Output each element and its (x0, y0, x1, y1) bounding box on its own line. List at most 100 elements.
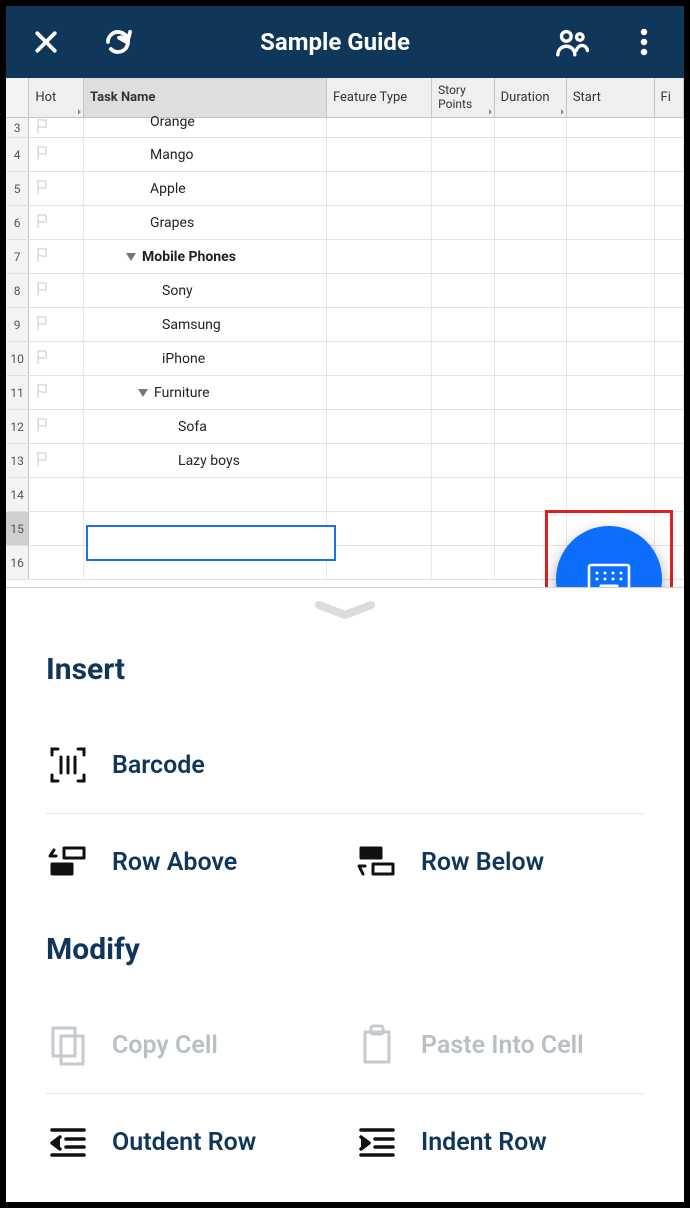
table-row[interactable]: 13Lazy boys (6, 444, 684, 478)
cell-hot[interactable] (29, 342, 84, 375)
cell-fin[interactable] (655, 172, 684, 205)
table-row[interactable]: 8 Sony (6, 274, 684, 308)
expander-icon[interactable] (126, 253, 136, 261)
table-row[interactable]: 9Samsung (6, 308, 684, 342)
cell-dur[interactable] (495, 118, 567, 137)
cell-sp[interactable] (432, 274, 494, 307)
table-row[interactable]: 10 iPhone (6, 342, 684, 376)
row-number[interactable]: 5 (6, 172, 29, 205)
cell-task-name[interactable]: Mango (84, 138, 327, 171)
cell-start[interactable] (567, 172, 655, 205)
table-row[interactable]: 12 Sofa (6, 410, 684, 444)
cell-sp[interactable] (432, 308, 494, 341)
cell-task-name[interactable]: Sofa (84, 410, 327, 443)
cell-hot[interactable] (29, 546, 84, 579)
cell-start[interactable] (567, 342, 655, 375)
cell-start[interactable] (567, 206, 655, 239)
cell-feat[interactable] (327, 546, 432, 579)
cell-task-name[interactable]: Furniture (84, 376, 327, 409)
cell-sp[interactable] (432, 376, 494, 409)
cell-feat[interactable] (327, 376, 432, 409)
cell-feat[interactable] (327, 138, 432, 171)
cell-hot[interactable] (29, 308, 84, 341)
cell-fin[interactable] (655, 118, 684, 137)
cell-feat[interactable] (327, 240, 432, 273)
cell-task-name[interactable] (84, 478, 327, 511)
row-number[interactable]: 11 (6, 376, 29, 409)
cell-feat[interactable] (327, 410, 432, 443)
flag-icon[interactable] (35, 280, 51, 302)
cell-sp[interactable] (432, 206, 494, 239)
menu-item-barcode[interactable]: Barcode (46, 723, 335, 807)
cell-task-name[interactable]: Sony (84, 274, 327, 307)
row-number[interactable]: 16 (6, 546, 29, 579)
row-number[interactable]: 10 (6, 342, 29, 375)
flag-icon[interactable] (35, 314, 51, 336)
cell-fin[interactable] (655, 376, 684, 409)
flag-icon[interactable] (35, 382, 51, 404)
table-row[interactable]: 14 (6, 478, 684, 512)
cell-dur[interactable] (495, 274, 567, 307)
cell-start[interactable] (567, 410, 655, 443)
table-row[interactable]: 4Mango (6, 138, 684, 172)
column-header-start[interactable]: Start (567, 78, 655, 117)
cell-sp[interactable] (432, 478, 494, 511)
cell-hot[interactable] (29, 138, 84, 171)
panel-collapse-handle[interactable] (6, 588, 684, 634)
column-header-story-points[interactable]: Story Points (432, 78, 494, 117)
flag-icon[interactable] (35, 144, 51, 166)
cell-fin[interactable] (655, 342, 684, 375)
cell-dur[interactable] (495, 138, 567, 171)
cell-sp[interactable] (432, 138, 494, 171)
cell-fin[interactable] (655, 308, 684, 341)
cell-hot[interactable] (29, 410, 84, 443)
cell-hot[interactable] (29, 478, 84, 511)
cell-feat[interactable] (327, 478, 432, 511)
menu-item-outdent-row[interactable]: Outdent Row (46, 1100, 335, 1184)
cell-task-name[interactable]: Orange (84, 118, 327, 137)
cell-sp[interactable] (432, 410, 494, 443)
cell-feat[interactable] (327, 512, 432, 545)
cell-dur[interactable] (495, 206, 567, 239)
column-header-hot[interactable]: Hot (29, 78, 84, 117)
menu-item-indent-row[interactable]: Indent Row (355, 1100, 644, 1184)
cell-hot[interactable] (29, 444, 84, 477)
cell-task-name[interactable]: Grapes (84, 206, 327, 239)
flag-icon[interactable] (35, 117, 51, 139)
cell-sp[interactable] (432, 444, 494, 477)
cell-fin[interactable] (655, 138, 684, 171)
cell-feat[interactable] (327, 118, 432, 137)
row-number[interactable]: 13 (6, 444, 29, 477)
flag-icon[interactable] (35, 246, 51, 268)
row-number[interactable]: 8 (6, 274, 29, 307)
cell-sp[interactable] (432, 118, 494, 137)
cell-start[interactable] (567, 138, 655, 171)
menu-item-row-above[interactable]: Row Above (46, 820, 335, 904)
cell-feat[interactable] (327, 342, 432, 375)
row-number[interactable]: 3 (6, 118, 29, 137)
cell-start[interactable] (567, 274, 655, 307)
flag-icon[interactable] (35, 178, 51, 200)
row-number[interactable]: 12 (6, 410, 29, 443)
cell-hot[interactable] (29, 512, 84, 545)
column-header-feature-type[interactable]: Feature Type (327, 78, 432, 117)
cell-start[interactable] (567, 240, 655, 273)
cell-hot[interactable] (29, 206, 84, 239)
flag-icon[interactable] (35, 348, 51, 370)
cell-dur[interactable] (495, 478, 567, 511)
cell-hot[interactable] (29, 376, 84, 409)
cell-dur[interactable] (495, 172, 567, 205)
cell-task-name[interactable] (84, 546, 327, 579)
cell-sp[interactable] (432, 512, 494, 545)
cell-task-name[interactable]: iPhone (84, 342, 327, 375)
cell-sp[interactable] (432, 342, 494, 375)
cell-feat[interactable] (327, 308, 432, 341)
column-header-task-name[interactable]: Task Name (84, 78, 327, 117)
cell-feat[interactable] (327, 274, 432, 307)
cell-dur[interactable] (495, 308, 567, 341)
share-button[interactable] (550, 20, 594, 64)
cell-fin[interactable] (655, 444, 684, 477)
cell-feat[interactable] (327, 172, 432, 205)
row-number[interactable]: 7 (6, 240, 29, 273)
cell-feat[interactable] (327, 206, 432, 239)
